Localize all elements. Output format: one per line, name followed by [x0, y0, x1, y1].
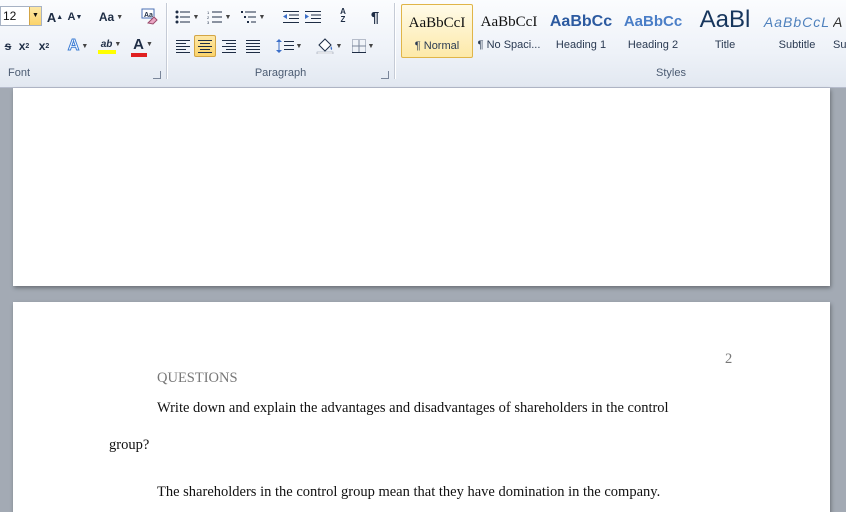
style-title-name: Title: [714, 39, 736, 51]
pilcrow-icon: ¶: [370, 8, 380, 26]
change-case-icon: Aa: [98, 10, 115, 24]
style-subtitle-sample: AaBbCcL: [763, 14, 831, 30]
increase-indent-icon: [305, 11, 321, 23]
style-no-spacing-sample: AaBbCcI: [480, 14, 538, 30]
highlight-color-bar: [98, 49, 116, 54]
borders-icon: [351, 39, 366, 53]
subscript-icon: x: [18, 39, 26, 53]
font-size-value: 12: [3, 9, 17, 23]
align-right-icon: [222, 39, 236, 53]
paragraph-group: ▼ 1 2 3 ▼ ▼ A Z ¶ ▼ ▼ ▼ Paragraph: [168, 0, 393, 82]
highlight-button[interactable]: ab ▼: [95, 35, 127, 57]
justify-icon: [246, 39, 260, 53]
shading-button[interactable]: ▼: [314, 35, 344, 57]
align-right-button[interactable]: [218, 35, 240, 57]
style-no-spacing-name: ¶ No Spaci...: [477, 39, 541, 51]
clear-formatting-icon: Aa: [141, 8, 158, 25]
grow-font-button[interactable]: A ▲: [46, 6, 64, 28]
shrink-font-icon: A: [67, 11, 76, 23]
font-dialog-launcher-icon[interactable]: [153, 71, 161, 79]
svg-text:Aa: Aa: [144, 12, 153, 19]
text-effects-icon: A: [67, 37, 80, 55]
question-line-1: Write down and explain the advantages an…: [157, 400, 669, 416]
clear-formatting-button[interactable]: Aa: [138, 5, 160, 27]
style-heading-2-sample: AaBbCc: [623, 13, 683, 30]
bullets-icon: [175, 10, 190, 24]
increase-indent-button[interactable]: [302, 6, 324, 28]
styles-group: AaBbCcI ¶ Normal AaBbCcI ¶ No Spaci... A…: [396, 0, 846, 82]
sort-icon: A Z: [340, 7, 346, 24]
style-heading-1-sample: AaBbCc: [549, 13, 613, 30]
style-heading-2-name: Heading 2: [627, 39, 679, 51]
shrink-font-button[interactable]: A ▼: [66, 6, 84, 28]
questions-heading: QUESTIONS: [157, 370, 238, 386]
style-subtle-sample: A: [833, 14, 843, 30]
style-title-sample: AaBl: [699, 6, 751, 33]
grow-font-icon: A: [46, 9, 57, 25]
align-left-icon: [176, 39, 190, 53]
style-normal[interactable]: AaBbCcI ¶ Normal: [401, 4, 473, 58]
style-subtitle-name: Subtitle: [778, 39, 816, 51]
style-subtle[interactable]: A Su: [833, 4, 846, 58]
question-line-2: group?: [109, 437, 150, 453]
strikethrough-icon: s: [4, 39, 12, 53]
decrease-indent-icon: [283, 11, 299, 23]
style-heading-1-name: Heading 1: [555, 39, 607, 51]
decrease-indent-button[interactable]: [280, 6, 302, 28]
superscript-button[interactable]: x2: [34, 35, 54, 57]
multilevel-list-button[interactable]: ▼: [238, 6, 268, 28]
justify-button[interactable]: [242, 35, 264, 57]
align-center-icon: [198, 39, 212, 53]
style-heading-1[interactable]: AaBbCc Heading 1: [545, 4, 617, 58]
document-page-1[interactable]: [13, 88, 830, 286]
style-subtle-name: Su: [833, 39, 846, 51]
font-group-label: Font: [8, 67, 31, 79]
font-size-dropdown-arrow[interactable]: ▼: [29, 7, 41, 25]
subscript-button[interactable]: x2: [14, 35, 34, 57]
borders-button[interactable]: ▼: [348, 35, 378, 57]
paragraph-group-label: Paragraph: [254, 67, 307, 79]
ribbon: 12 ▼ A ▲ A ▼ Aa ▼ Aa s x2 x2 A ▼ ab ▼ A …: [0, 0, 846, 88]
svg-text:3: 3: [207, 20, 210, 24]
bullets-button[interactable]: ▼: [172, 6, 202, 28]
font-color-button[interactable]: A ▼: [128, 35, 158, 57]
font-group: 12 ▼ A ▲ A ▼ Aa ▼ Aa s x2 x2 A ▼ ab ▼ A …: [0, 0, 165, 82]
style-normal-sample: AaBbCcI: [408, 15, 466, 31]
style-subtitle[interactable]: AaBbCcL Subtitle: [761, 4, 833, 58]
sort-button[interactable]: A Z: [332, 5, 354, 27]
group-separator: [394, 3, 395, 79]
style-title[interactable]: AaBl Title: [689, 4, 761, 58]
font-color-icon: A: [133, 35, 144, 53]
page-number: 2: [725, 351, 733, 367]
superscript-icon: x: [38, 39, 46, 53]
show-hide-button[interactable]: ¶: [364, 6, 386, 28]
document-page-2[interactable]: 2 QUESTIONS Write down and explain the a…: [13, 302, 830, 512]
line-spacing-icon: [275, 39, 294, 53]
change-case-button[interactable]: Aa ▼: [97, 6, 125, 28]
numbering-button[interactable]: 1 2 3 ▼: [204, 6, 234, 28]
style-normal-name: ¶ Normal: [414, 40, 460, 52]
numbering-icon: 1 2 3: [207, 10, 222, 24]
paragraph-dialog-launcher-icon[interactable]: [381, 71, 389, 79]
styles-group-label: Styles: [656, 67, 686, 79]
highlight-icon: ab: [100, 38, 113, 50]
answer-line-1: The shareholders in the control group me…: [157, 484, 661, 500]
font-color-bar: [131, 52, 147, 57]
align-left-button[interactable]: [172, 35, 194, 57]
multilevel-list-icon: [240, 11, 256, 23]
align-center-button[interactable]: [194, 35, 216, 57]
group-separator: [166, 3, 167, 79]
text-effects-button[interactable]: A ▼: [64, 35, 92, 57]
style-heading-2[interactable]: AaBbCc Heading 2: [617, 4, 689, 58]
paint-bucket-icon: [316, 38, 333, 54]
font-size-box[interactable]: 12 ▼: [0, 6, 42, 26]
line-spacing-button[interactable]: ▼: [274, 35, 304, 57]
style-no-spacing[interactable]: AaBbCcI ¶ No Spaci...: [473, 4, 545, 58]
